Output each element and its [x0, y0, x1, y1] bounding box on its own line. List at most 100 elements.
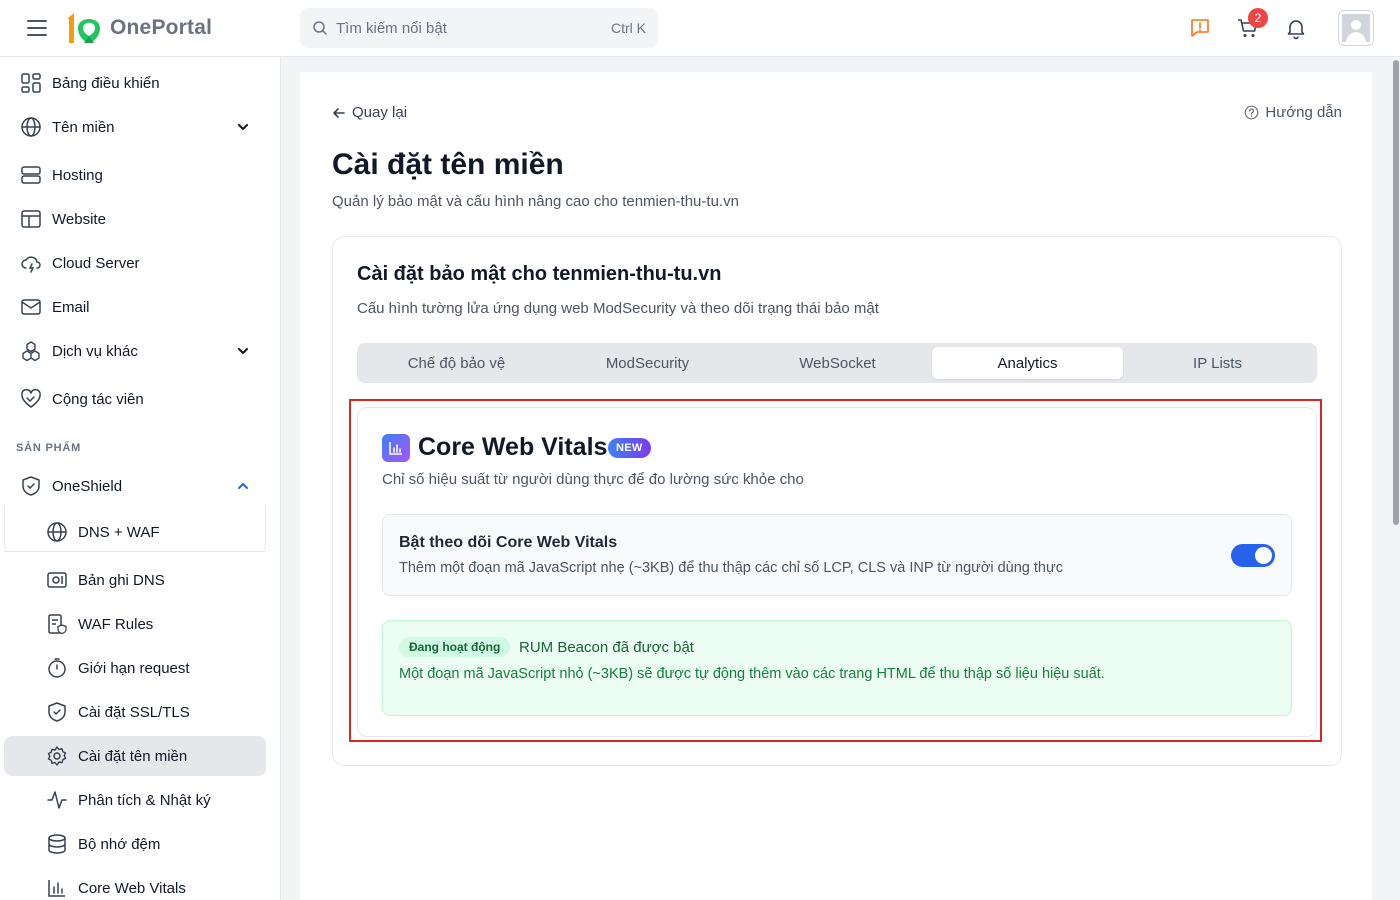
page-title: Cài đặt tên miền	[332, 148, 564, 181]
shield-icon	[22, 476, 40, 496]
activity-icon	[47, 791, 67, 809]
cwv-toggle-title: Bật theo dõi Core Web Vitals	[399, 534, 618, 551]
tab-websocket[interactable]: WebSocket	[742, 347, 933, 379]
sidebar-item-label: Bảng điều khiển	[52, 74, 160, 92]
shield-check-icon	[48, 702, 66, 722]
bar-chart-icon	[48, 880, 65, 897]
tab-analytics[interactable]: Analytics	[932, 347, 1123, 379]
database-icon	[48, 834, 66, 854]
sidebar-item-website[interactable]: Website	[4, 199, 266, 239]
logo-mark-icon	[68, 13, 100, 43]
cwv-toggle-switch[interactable]	[1231, 544, 1275, 567]
website-icon	[21, 210, 41, 228]
sidebar-item-cache[interactable]: Bộ nhớ đệm	[4, 824, 266, 864]
gear-icon	[47, 746, 67, 766]
globe-icon	[21, 117, 41, 137]
sidebar-item-analytics-logs[interactable]: Phân tích & Nhật ký	[4, 780, 266, 820]
guide-link[interactable]: Hướng dẫn	[1244, 104, 1342, 121]
chevron-up-icon	[238, 483, 248, 489]
sidebar-item-label: DNS + WAF	[78, 523, 160, 541]
brand-name: OnePortal	[110, 16, 213, 39]
sidebar-item-ssl-tls[interactable]: Cài đặt SSL/TLS	[4, 692, 266, 732]
sidebar-item-rate-limit[interactable]: Giới hạn request	[4, 648, 266, 688]
tab-ip-lists[interactable]: IP Lists	[1122, 347, 1313, 379]
guide-label: Hướng dẫn	[1265, 104, 1342, 121]
tab-protection-mode[interactable]: Chế độ bảo vệ	[361, 347, 552, 379]
section-label-products: SẢN PHẨM	[16, 442, 82, 454]
sidebar-item-domain-settings[interactable]: Cài đặt tên miền	[4, 736, 266, 776]
security-card-title: Cài đặt bảo mật cho tenmien-thu-tu.vn	[357, 263, 722, 285]
tab-modsecurity[interactable]: ModSecurity	[552, 347, 743, 379]
timer-icon	[48, 658, 66, 678]
mail-icon	[21, 299, 41, 315]
sidebar-item-oneshield[interactable]: OneShield	[4, 466, 266, 506]
sidebar-item-affiliate[interactable]: Cộng tác viên	[4, 379, 266, 419]
avatar[interactable]	[1338, 10, 1374, 46]
sidebar-item-other-services[interactable]: Dịch vụ khác	[4, 331, 266, 371]
cwv-toggle-description: Thêm một đoạn mã JavaScript nhẹ (~3KB) đ…	[399, 560, 1063, 576]
scrollbar-thumb[interactable]	[1393, 60, 1399, 525]
boxes-icon	[22, 341, 40, 362]
arrow-left-icon	[333, 107, 345, 118]
sidebar-item-label: Bộ nhớ đệm	[78, 835, 161, 853]
handshake-icon	[21, 388, 41, 408]
cwv-toggle-box	[382, 514, 1292, 596]
chevron-down-icon	[238, 124, 248, 130]
search-shortcut: Ctrl K	[611, 20, 646, 36]
status-description: Một đoạn mã JavaScript nhỏ (~3KB) sẽ đượ…	[399, 666, 1105, 682]
sidebar-item-dns-records[interactable]: Bản ghi DNS	[4, 560, 266, 600]
sidebar-item-label: Tên miền	[52, 118, 115, 136]
globe-icon	[47, 522, 67, 542]
hamburger-menu-icon[interactable]	[26, 18, 48, 38]
sidebar-item-core-web-vitals[interactable]: Core Web Vitals	[4, 868, 266, 900]
sidebar-item-label: Hosting	[52, 166, 103, 184]
server-icon	[21, 166, 41, 184]
waf-rules-icon	[48, 614, 67, 635]
bell-icon[interactable]	[1284, 16, 1308, 40]
sidebar: Bảng điều khiển Tên miền Hosting Website…	[0, 57, 281, 900]
sidebar-item-waf-rules[interactable]: WAF Rules	[4, 604, 266, 644]
feedback-icon[interactable]	[1188, 16, 1212, 40]
sidebar-item-label: Email	[52, 298, 90, 316]
sidebar-item-email[interactable]: Email	[4, 287, 266, 327]
sidebar-item-label: Cài đặt SSL/TLS	[78, 703, 190, 721]
back-label: Quay lại	[352, 104, 408, 121]
sidebar-item-label: Bản ghi DNS	[78, 571, 165, 589]
sidebar-item-label: Dịch vụ khác	[52, 342, 138, 360]
top-bar: OnePortal Ctrl K 2	[0, 0, 1400, 57]
sidebar-item-label: Cộng tác viên	[52, 390, 144, 408]
cloud-icon	[21, 256, 41, 273]
switch-knob	[1255, 547, 1272, 564]
sidebar-item-label: Website	[52, 210, 106, 228]
dashboard-icon	[21, 73, 41, 93]
sidebar-item-label: Cloud Server	[52, 254, 140, 272]
help-circle-icon	[1245, 105, 1259, 120]
sidebar-item-label: Giới hạn request	[78, 659, 190, 677]
user-avatar-icon	[1342, 14, 1370, 42]
divider	[4, 551, 266, 552]
sidebar-item-hosting[interactable]: Hosting	[4, 155, 266, 195]
back-link[interactable]: Quay lại	[332, 104, 407, 121]
chart-bar-icon	[382, 434, 410, 462]
search-input[interactable]	[336, 19, 611, 37]
sidebar-item-label: Phân tích & Nhật ký	[78, 791, 211, 809]
search-icon	[313, 21, 327, 35]
sidebar-item-domains[interactable]: Tên miền	[4, 107, 266, 147]
sidebar-item-dns-waf[interactable]: DNS + WAF	[4, 512, 266, 552]
sidebar-item-label: Core Web Vitals	[78, 879, 186, 897]
settings-tabs: Chế độ bảo vệ ModSecurity WebSocket Anal…	[357, 343, 1317, 383]
sidebar-item-label: Cài đặt tên miền	[78, 747, 188, 765]
chevron-down-icon	[238, 348, 248, 354]
security-card-subtitle: Cấu hình tường lửa ứng dụng web ModSecur…	[357, 300, 879, 317]
logo[interactable]: OnePortal	[64, 10, 212, 46]
page-subtitle: Quản lý bảo mật và cấu hình nâng cao cho…	[332, 193, 739, 210]
sidebar-item-cloud-server[interactable]: Cloud Server	[4, 243, 266, 283]
status-badge: Đang hoạt động	[399, 637, 511, 657]
sidebar-item-dashboard[interactable]: Bảng điều khiển	[4, 63, 266, 103]
search-bar[interactable]: Ctrl K	[300, 8, 658, 48]
status-title: RUM Beacon đã được bật	[519, 639, 694, 656]
sidebar-item-label: WAF Rules	[78, 615, 154, 633]
cart-count-badge: 2	[1248, 8, 1268, 28]
dns-record-icon	[47, 572, 67, 588]
cwv-title: Core Web Vitals	[418, 433, 608, 461]
